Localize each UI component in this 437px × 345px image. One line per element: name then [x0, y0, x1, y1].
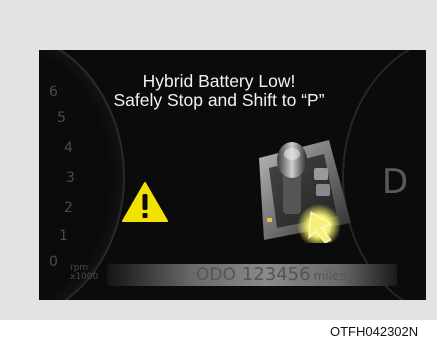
warning-message-line2: Safely Stop and Shift to “P”: [113, 90, 325, 110]
tach-tick-5: 5: [57, 110, 66, 126]
gear-position-indicator: D: [382, 162, 409, 202]
warning-message-line1: Hybrid Battery Low!: [142, 71, 296, 91]
gear-shifter-illustration-icon: [259, 140, 351, 243]
tach-tick-0: 0: [49, 254, 58, 270]
tach-tick-1: 1: [59, 228, 68, 244]
odometer-value: 123456: [241, 264, 311, 285]
tach-tick-2: 2: [64, 200, 73, 216]
tach-tick-6: 6: [49, 84, 58, 100]
odometer-label: ODO: [196, 265, 236, 285]
odometer-unit: miles: [313, 269, 346, 283]
figure-caption: OTFH042302N: [330, 324, 419, 339]
warning-message: Hybrid Battery Low! Safely Stop and Shif…: [99, 72, 339, 110]
tach-tick-3: 3: [66, 170, 75, 186]
warning-triangle-icon: [122, 182, 168, 222]
figure-frame: 6 5 4 3 2 1 0 rpm x1000 Hybrid Battery L…: [0, 0, 437, 320]
instrument-cluster-display: 6 5 4 3 2 1 0 rpm x1000 Hybrid Battery L…: [39, 50, 426, 300]
tach-tick-4: 4: [64, 140, 73, 156]
rpm-multiplier-label: x1000: [70, 272, 99, 282]
odometer-readout: ODO 123456 miles: [196, 265, 346, 286]
rpm-unit-label: rpm x1000: [70, 264, 98, 282]
